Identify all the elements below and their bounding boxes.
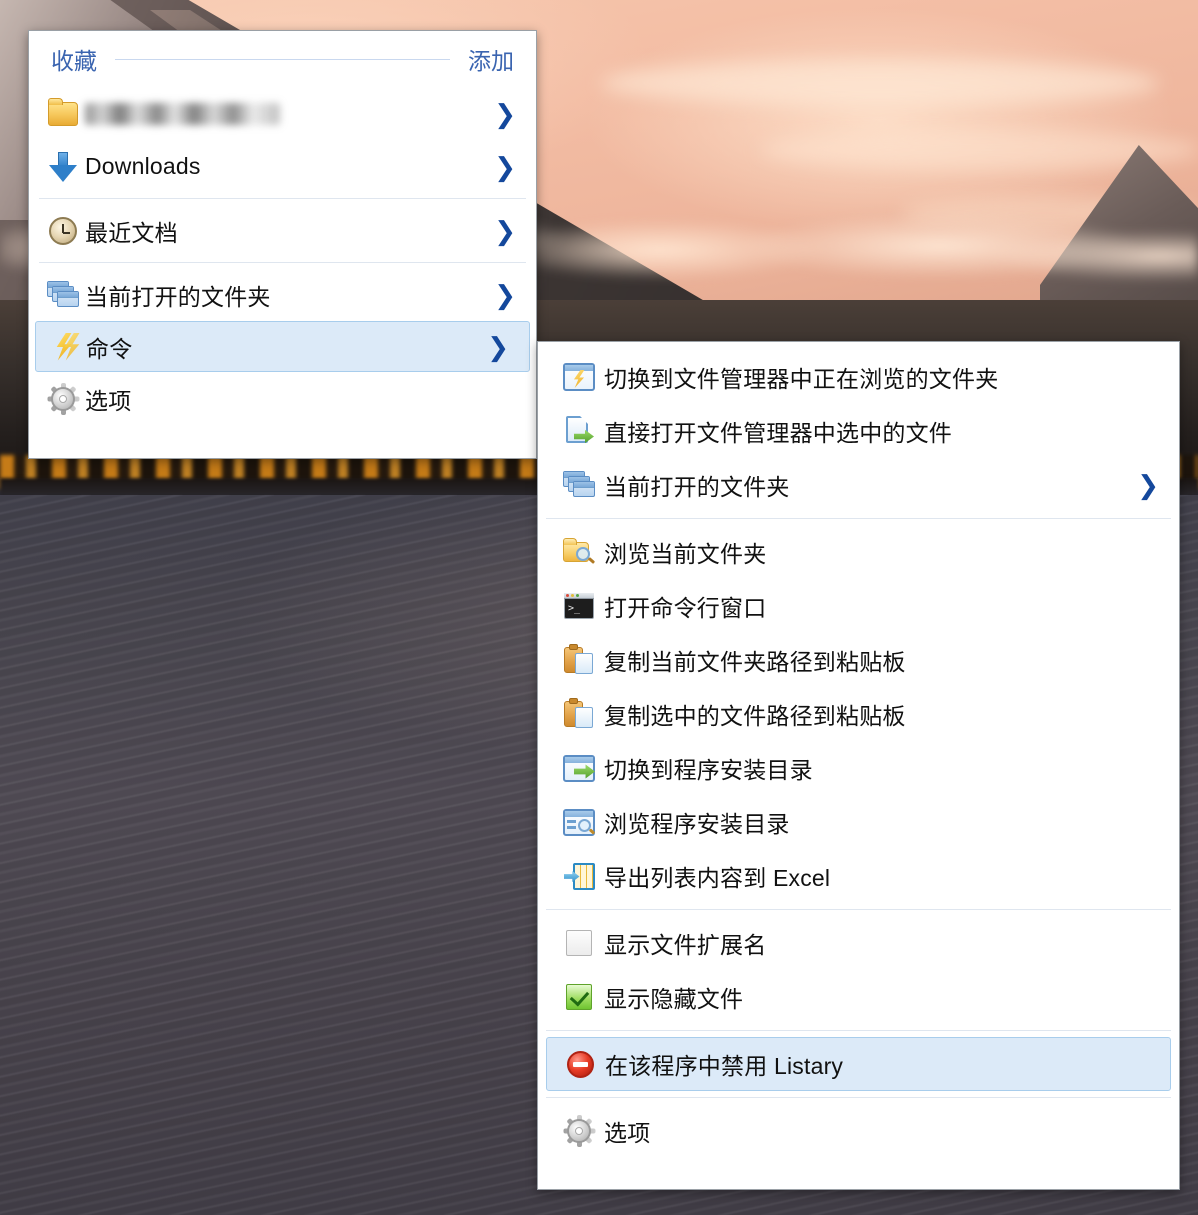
clock-icon [41,213,85,249]
console-icon: >_ [554,588,604,624]
favorite-item-label-redacted [85,102,280,125]
favorite-item-downloads[interactable]: Downloads ❯ [29,140,536,193]
folder-search-icon [554,534,604,570]
chevron-right-icon: ❯ [494,215,516,246]
menu-item-browse-install-directory[interactable]: 浏览程序安装目录 [538,795,1179,849]
favorites-title: 收藏 [51,48,97,74]
excel-export-icon [554,858,604,894]
menu-item-export-list-to-excel[interactable]: 导出列表内容到 Excel [538,849,1179,903]
menu-separator [546,909,1171,910]
chevron-right-icon: ❯ [494,98,516,129]
menu-item-label: 命令 [86,335,133,362]
menu-separator [546,518,1171,519]
menu-item-show-hidden-files[interactable]: 显示隐藏文件 [538,970,1179,1024]
menu-item-label: 显示隐藏文件 [604,986,744,1012]
forbidden-icon [555,1046,605,1082]
menu-item-label: 最近文档 [85,219,178,246]
checkbox-unchecked-icon[interactable] [554,925,604,961]
stacked-windows-icon [554,467,604,503]
menu-separator [39,262,526,263]
menu-item-label: 切换到文件管理器中正在浏览的文件夹 [604,366,999,392]
menu-item-label: 当前打开的文件夹 [604,474,790,500]
menu-item-open-selected-file[interactable]: 直接打开文件管理器中选中的文件 [538,404,1179,458]
checkbox-checked-icon[interactable] [554,979,604,1015]
gear-icon [41,381,85,417]
chevron-right-icon: ❯ [1137,470,1159,500]
menu-item-label: 浏览程序安装目录 [604,811,790,837]
menu-item-label: 选项 [85,387,132,414]
header-divider [115,58,450,60]
document-green-arrow-icon [554,413,604,449]
menu-item-label: 导出列表内容到 Excel [604,865,831,891]
chevron-right-icon: ❯ [487,331,509,362]
menu-item-label: 直接打开文件管理器中选中的文件 [604,420,952,446]
download-arrow-icon [41,149,85,185]
clipboard-icon [554,642,604,678]
favorite-item-redacted[interactable]: ❯ [29,87,536,140]
menu-item-label: 切换到程序安装目录 [604,757,813,783]
menu-item-recent-documents[interactable]: 最近文档 ❯ [29,204,536,257]
menu-separator [546,1030,1171,1031]
menu-item-label: 当前打开的文件夹 [85,283,271,310]
commands-submenu-panel: 切换到文件管理器中正在浏览的文件夹 直接打开文件管理器中选中的文件 当前打开的文… [537,341,1180,1190]
menu-item-options[interactable]: 选项 [29,372,536,425]
folder-yellow-icon [41,96,85,132]
favorites-header: 收藏 添加 [29,31,536,87]
menu-item-open-folders[interactable]: 当前打开的文件夹 ❯ [29,268,536,321]
menu-item-label: 在该程序中禁用 Listary [605,1053,844,1079]
menu-item-disable-listary-in-app[interactable]: 在该程序中禁用 Listary [546,1037,1171,1091]
menu-item-browse-current-folder[interactable]: 浏览当前文件夹 [538,525,1179,579]
lightning-bolt-icon [42,329,86,365]
menu-item-label: 选项 [604,1120,651,1146]
menu-item-commands[interactable]: 命令 ❯ [35,321,530,372]
menu-item-open-command-prompt[interactable]: >_ 打开命令行窗口 [538,579,1179,633]
menu-item-options[interactable]: 选项 [538,1104,1179,1158]
desktop-wallpaper: 收藏 添加 ❯ Downloads ❯ 最近文档 ❯ 当前打开的文件夹 ❯ 命令… [0,0,1198,1215]
stacked-windows-icon [41,277,85,313]
menu-item-label: 浏览当前文件夹 [604,541,767,567]
favorite-item-label: Downloads [85,153,201,179]
gear-icon [554,1113,604,1149]
menu-item-label: 复制当前文件夹路径到粘贴板 [604,649,906,675]
wallpaper-cloud-band [600,60,1160,106]
chevron-right-icon: ❯ [494,279,516,310]
window-green-arrow-icon [554,750,604,786]
chevron-right-icon: ❯ [494,151,516,182]
menu-item-copy-current-folder-path[interactable]: 复制当前文件夹路径到粘贴板 [538,633,1179,687]
menu-item-switch-to-install-directory[interactable]: 切换到程序安装目录 [538,741,1179,795]
menu-item-currently-open-folders[interactable]: 当前打开的文件夹 ❯ [538,458,1179,512]
menu-separator [39,198,526,199]
menu-item-show-file-extensions[interactable]: 显示文件扩展名 [538,916,1179,970]
menu-item-switch-to-explorer-folder[interactable]: 切换到文件管理器中正在浏览的文件夹 [538,350,1179,404]
window-bolt-icon [554,359,604,395]
menu-item-label: 显示文件扩展名 [604,932,767,958]
clipboard-icon [554,696,604,732]
menu-item-copy-selected-file-path[interactable]: 复制选中的文件路径到粘贴板 [538,687,1179,741]
add-favorite-button[interactable]: 添加 [468,42,514,76]
menu-item-label: 打开命令行窗口 [604,595,767,621]
menu-separator [546,1097,1171,1098]
menu-item-label: 复制选中的文件路径到粘贴板 [604,703,906,729]
window-search-icon [554,804,604,840]
favorites-menu-panel: 收藏 添加 ❯ Downloads ❯ 最近文档 ❯ 当前打开的文件夹 ❯ 命令… [28,30,537,459]
